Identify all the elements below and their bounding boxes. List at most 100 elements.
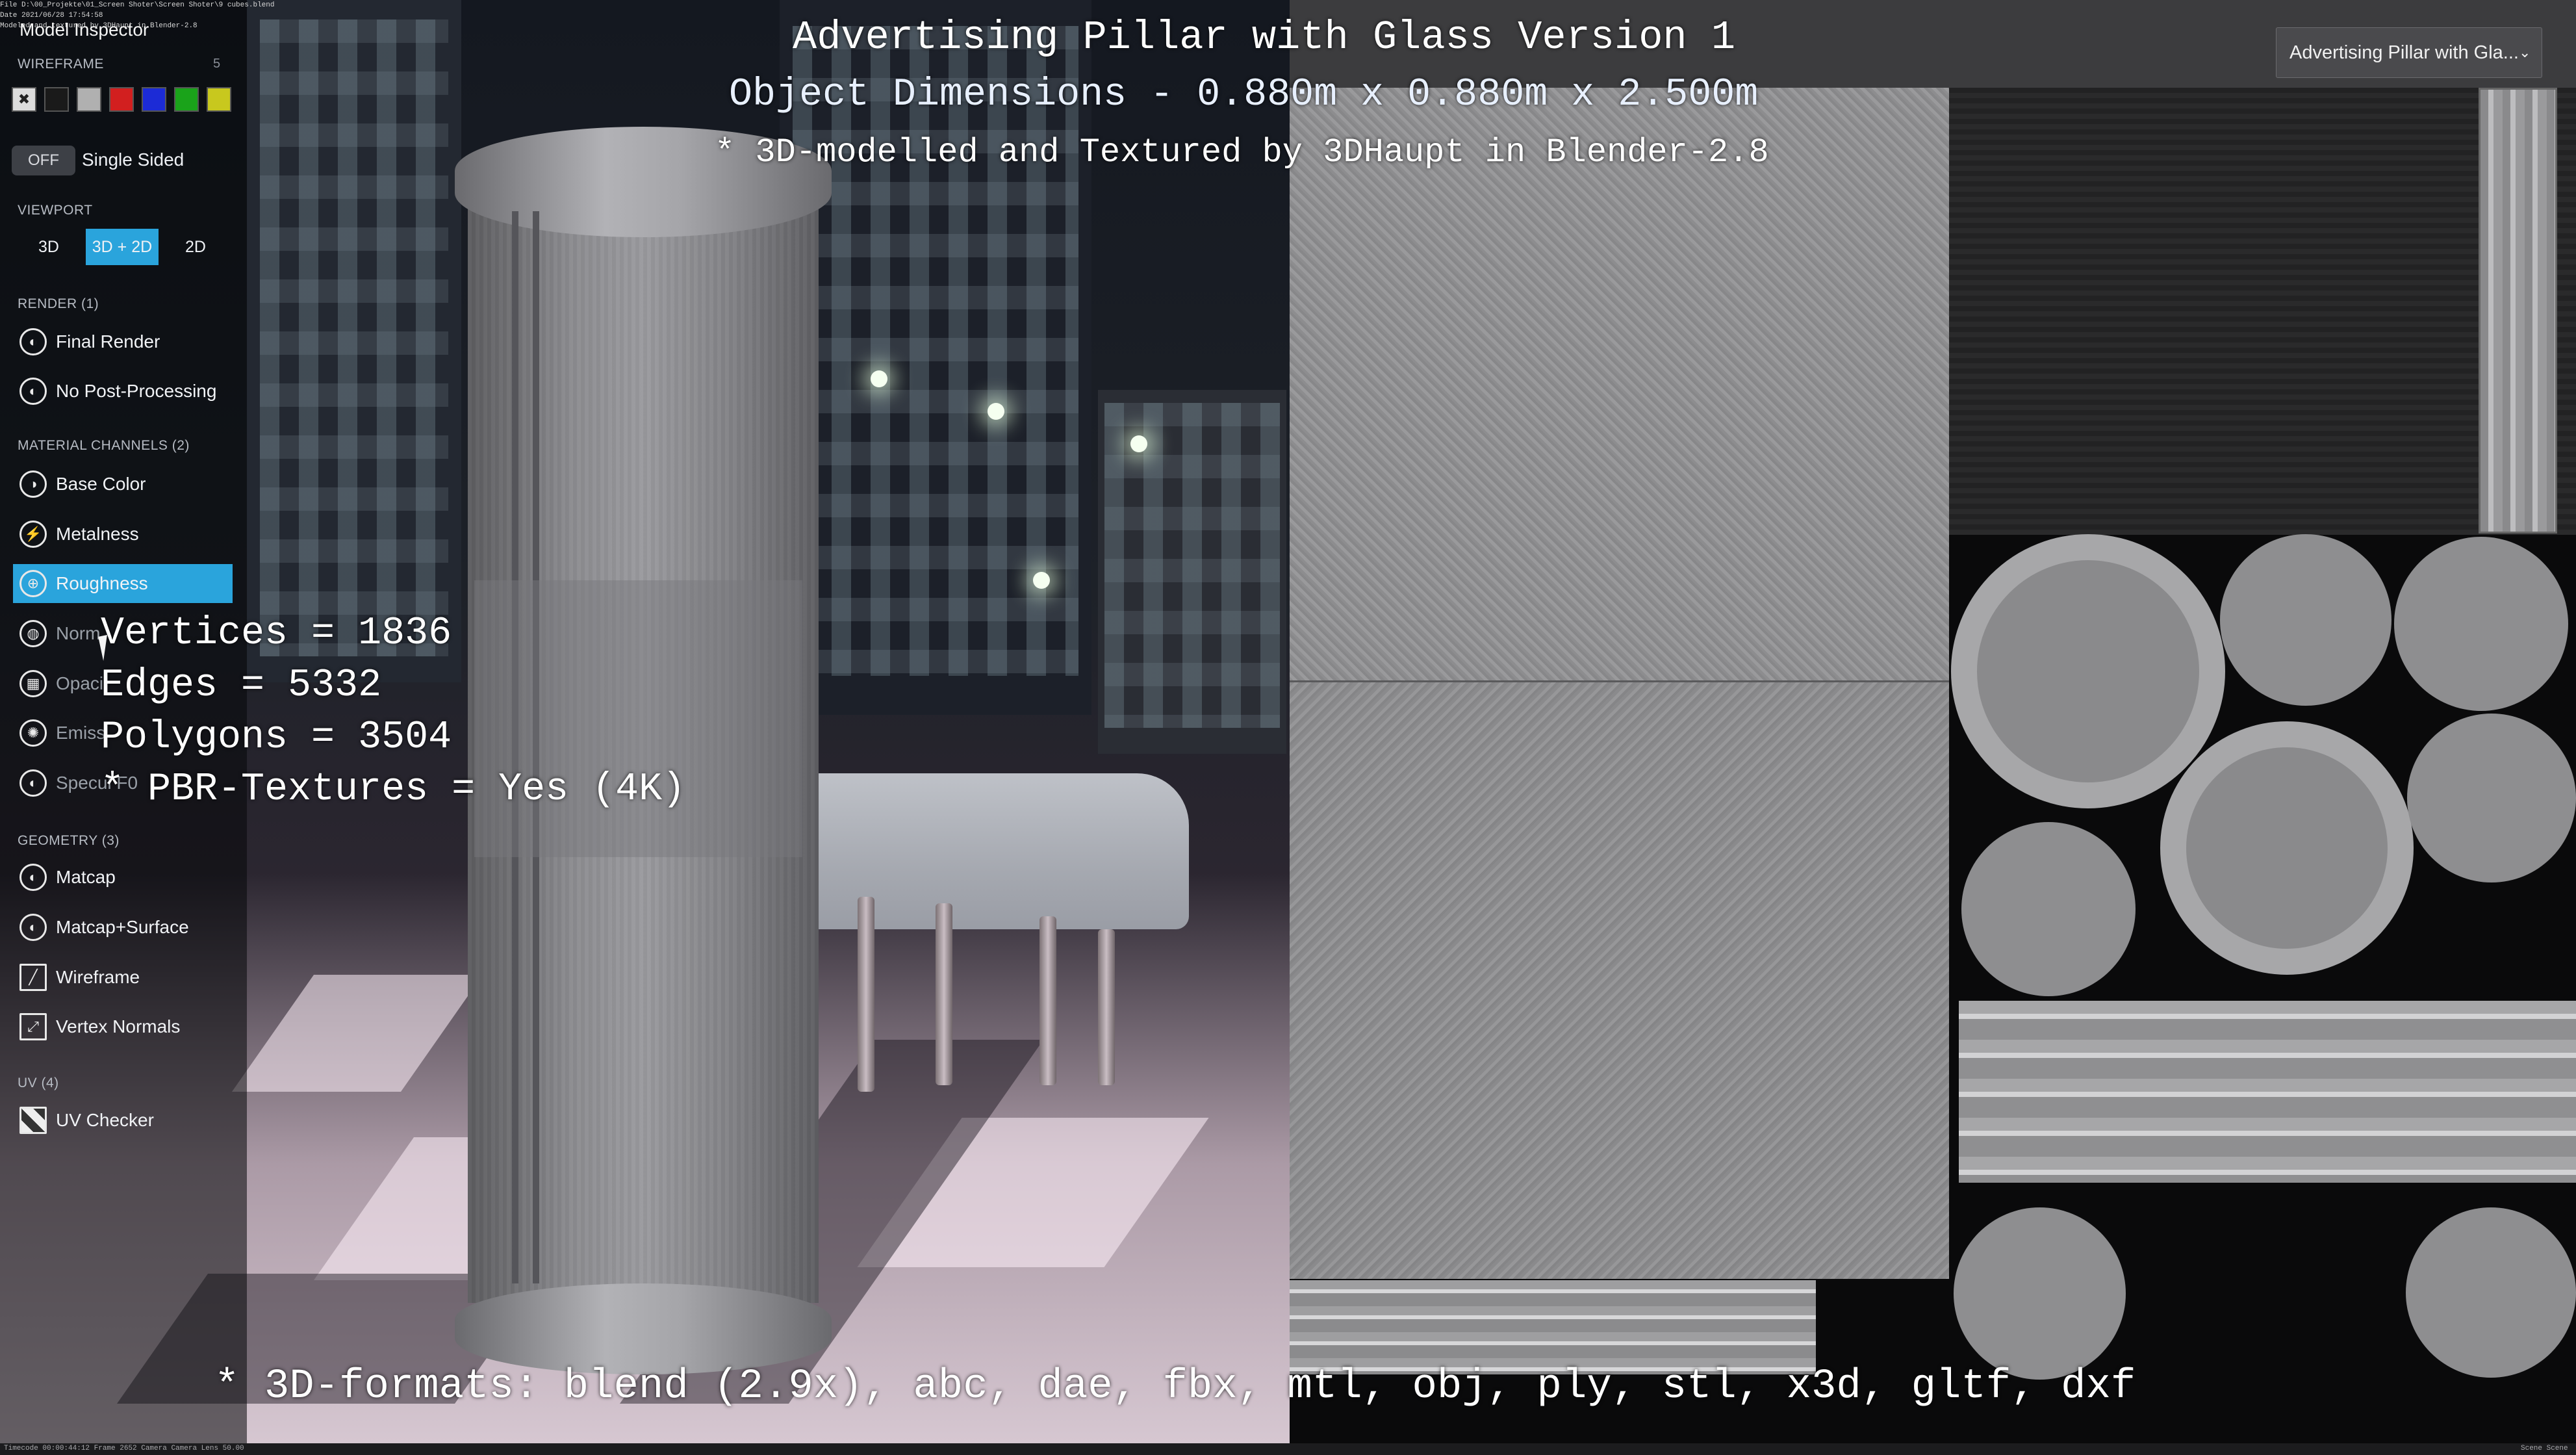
channel-roughness-label: Roughness [56, 573, 148, 593]
wireframe-section-label: WIREFRAME [18, 57, 104, 71]
uv-disc [1961, 822, 2136, 996]
material-section-label: MATERIAL CHANNELS (2) [18, 438, 190, 453]
uv-island-square [1290, 88, 1949, 680]
wireframe-color-red[interactable] [109, 87, 134, 112]
uv-checker-icon [19, 1107, 47, 1134]
normal-map-icon: ◍ [19, 620, 47, 647]
uv-disc [2220, 534, 2391, 706]
uv-disc-ring [2160, 721, 2414, 975]
render-no-post-processing-label: No Post-Processing [56, 381, 217, 401]
matcap-sphere-icon: ◐ [19, 328, 47, 355]
channel-base-color-label: Base Color [56, 474, 146, 494]
geometry-matcap-label: Matcap [56, 867, 116, 887]
matcap-sphere-icon: ◐ [19, 864, 47, 891]
wireframe-color-none-icon[interactable]: ✖ [12, 87, 36, 112]
bollard [1098, 929, 1115, 1085]
chevron-down-icon: ⌄ [2518, 44, 2531, 60]
uv-disc [1954, 1207, 2126, 1380]
sidebar-title: Model Inspector [19, 19, 149, 40]
status-bar [0, 1443, 2576, 1455]
status-timecode: Timecode 00:00:44:12 Frame 2652 Camera C… [4, 1445, 244, 1452]
uv-disc [2407, 714, 2576, 882]
geometry-section-label: GEOMETRY (3) [18, 833, 120, 848]
uv-section-label: UV (4) [18, 1075, 59, 1090]
uv-checker[interactable]: UV Checker [13, 1101, 233, 1140]
uv-disc-ring [1951, 534, 2225, 808]
wireframe-color-gray[interactable] [77, 87, 101, 112]
bollard [936, 903, 952, 1085]
background-building [1098, 390, 1286, 754]
wireframe-icon: ╱ [19, 964, 47, 991]
viewport-3d-button[interactable]: 3D [19, 229, 78, 265]
street-light [988, 403, 1004, 420]
uv-disc [2394, 537, 2568, 711]
street-light [1033, 572, 1050, 589]
specular-icon: ◐ [19, 769, 47, 797]
mesh-stats: Vertices = 1836 Edges = 5332 Polygons = … [101, 608, 685, 816]
channel-metalness[interactable]: ⚡ Metalness [13, 515, 233, 554]
wireframe-color-yellow[interactable] [207, 87, 231, 112]
emissive-icon: ✺ [19, 719, 47, 747]
stat-polygons: Polygons = 3504 [101, 715, 452, 760]
viewport-2d-button[interactable]: 2D [166, 229, 225, 265]
wireframe-color-black[interactable] [44, 87, 69, 112]
render-final-render-label: Final Render [56, 331, 160, 352]
floor-light-patch [231, 975, 483, 1092]
vertex-normals-icon: ⤢ [19, 1013, 47, 1040]
stat-vertices: Vertices = 1836 [101, 612, 452, 656]
channel-emissive-label: Emiss [56, 723, 106, 743]
geometry-matcap-surface-label: Matcap+Surface [56, 917, 189, 937]
matcap-sphere-icon: ◐ [19, 378, 47, 405]
channel-normal-label: Norm [56, 623, 101, 643]
file-path: File D:\00_Projekte\01_Screen Shoter\Scr… [0, 1, 275, 9]
uv-island-horizontal-strip [1959, 1001, 2576, 1183]
street-light [871, 370, 887, 387]
wireframe-count: 5 [213, 57, 221, 71]
geometry-matcap-surface[interactable]: ◐ Matcap+Surface [13, 908, 233, 947]
object-select-dropdown[interactable]: Advertising Pillar with Gla... ⌄ [2276, 27, 2542, 78]
uv-island-bottom-strip [1290, 1280, 1816, 1374]
uv-island-square [1290, 680, 1949, 1279]
bollard [1039, 916, 1056, 1085]
model-title: Advertising Pillar with Glass Version 1 [793, 14, 1736, 60]
street-light [1130, 435, 1147, 452]
object-select-value: Advertising Pillar with Gla... [2289, 42, 2519, 63]
uv-island-vertical-strip [2479, 88, 2557, 534]
geometry-wireframe[interactable]: ╱ Wireframe [13, 958, 233, 997]
single-sided-label: Single Sided [82, 149, 185, 170]
metalness-icon: ⚡ [19, 521, 47, 548]
opacity-checker-icon: ▦ [19, 670, 47, 697]
viewport-3d-2d-button[interactable]: 3D + 2D [86, 229, 159, 265]
geometry-wireframe-label: Wireframe [56, 967, 140, 987]
roughness-icon: ⊕ [19, 570, 47, 597]
object-dimensions: Object Dimensions - 0.880m x 0.880m x 2.… [729, 73, 1759, 117]
single-sided-toggle[interactable]: OFF [12, 146, 75, 175]
channel-metalness-label: Metalness [56, 524, 139, 544]
bollard [858, 897, 874, 1092]
render-no-post-processing[interactable]: ◐ No Post-Processing [13, 372, 233, 411]
base-color-icon: ◑ [19, 470, 47, 498]
channel-opacity-label: Opaci [56, 673, 104, 693]
matcap-sphere-icon: ◐ [19, 914, 47, 941]
stat-edges: Edges = 5332 [101, 663, 382, 708]
stat-pbr-textures: * PBR-Textures = Yes (4K) [101, 767, 686, 812]
status-scene: Scene Scene [2521, 1445, 2568, 1452]
uv-disc [2406, 1207, 2576, 1378]
viewport-section-label: VIEWPORT [18, 203, 93, 218]
texture-uv-panel[interactable] [1290, 0, 2576, 1455]
pillar-base [455, 1283, 832, 1374]
wireframe-color-green[interactable] [174, 87, 199, 112]
geometry-vertex-normals-label: Vertex Normals [56, 1016, 181, 1037]
screenshot-stage: Advertising Pillar with Glass Version 1 … [0, 0, 2576, 1455]
channel-base-color[interactable]: ◑ Base Color [13, 465, 233, 504]
render-final-render[interactable]: ◐ Final Render [13, 322, 233, 361]
geometry-matcap[interactable]: ◐ Matcap [13, 858, 233, 897]
file-date: Date 2021/06/28 17:54:58 [0, 12, 103, 19]
export-formats: * 3D-formats: blend (2.9x), abc, dae, fb… [214, 1363, 2136, 1410]
background-building [247, 0, 461, 682]
geometry-vertex-normals[interactable]: ⤢ Vertex Normals [13, 1007, 233, 1046]
channel-roughness[interactable]: ⊕ Roughness [13, 564, 233, 603]
render-section-label: RENDER (1) [18, 296, 99, 311]
uv-checker-label: UV Checker [56, 1110, 154, 1130]
wireframe-color-blue[interactable] [142, 87, 166, 112]
